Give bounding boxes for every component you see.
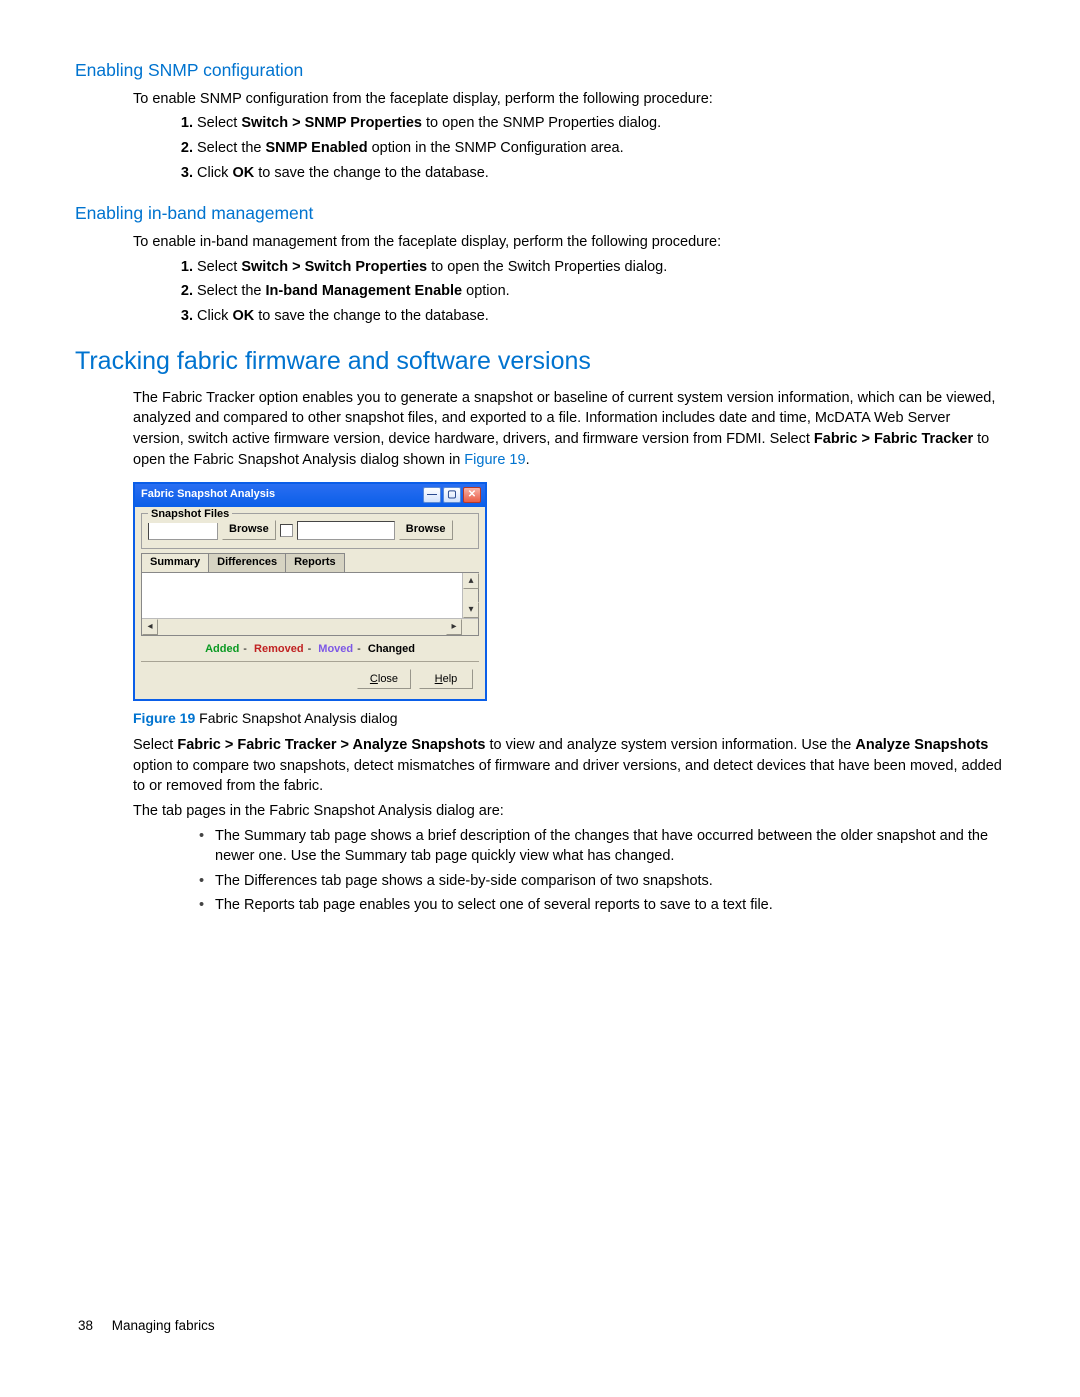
list-item: The Reports tab page enables you to sele… (199, 895, 1005, 916)
inband-intro-paragraph: To enable in-band management from the fa… (133, 232, 1005, 253)
tabs-intro-paragraph: The tab pages in the Fabric Snapshot Ana… (133, 801, 1005, 822)
text: Select (197, 259, 241, 275)
dialog-body: Snapshot Files Browse Browse Summary Dif… (135, 507, 485, 699)
after-figure-paragraph: Select Fabric > Fabric Tracker > Analyze… (133, 735, 1005, 797)
inband-steps-list: Select Switch > Switch Properties to ope… (197, 257, 1005, 327)
mnemonic: H (435, 672, 443, 688)
text: Select the (197, 140, 266, 156)
text: . (526, 452, 530, 468)
dialog-title-text: Fabric Snapshot Analysis (141, 487, 423, 503)
tab-reports[interactable]: Reports (285, 553, 345, 572)
page-number: 38 (78, 1316, 108, 1335)
figure-caption-text: Fabric Snapshot Analysis dialog (195, 710, 397, 726)
bold-text: Switch > SNMP Properties (241, 115, 422, 131)
snmp-steps-list: Select Switch > SNMP Properties to open … (197, 113, 1005, 183)
fabric-snapshot-analysis-dialog: Fabric Snapshot Analysis — ▢ ✕ Snapshot … (133, 482, 487, 701)
figure-label: Figure 19 (133, 710, 195, 726)
snapshot-files-fieldset: Snapshot Files Browse Browse (141, 513, 479, 549)
snapshot-file-2-input[interactable] (297, 521, 395, 540)
scroll-right-icon[interactable]: ▸ (446, 619, 462, 635)
bold-text: Switch > Switch Properties (241, 259, 427, 275)
dialog-titlebar: Fabric Snapshot Analysis — ▢ ✕ (135, 484, 485, 507)
compare-checkbox[interactable] (280, 524, 293, 537)
text: Select (197, 115, 241, 131)
scroll-up-icon[interactable]: ▴ (463, 573, 479, 589)
heading-enabling-inband: Enabling in-band management (75, 201, 1005, 226)
text: option to compare two snapshots, detect … (133, 758, 1002, 795)
list-item: Select the SNMP Enabled option in the SN… (197, 138, 1005, 159)
maximize-icon[interactable]: ▢ (443, 487, 461, 503)
bold-text: Fabric > Fabric Tracker (814, 431, 973, 447)
bold-text: Analyze Snapshots (855, 737, 988, 753)
heading-tracking-firmware: Tracking fabric firmware and software ve… (75, 344, 1005, 380)
change-legend: Added- Removed- Moved- Changed (141, 636, 479, 662)
heading-enabling-snmp: Enabling SNMP configuration (75, 58, 1005, 83)
bold-text: In-band Management Enable (266, 283, 463, 299)
text: to save the change to the database. (254, 308, 489, 324)
text: to open the Switch Properties dialog. (427, 259, 667, 275)
browse-button-2[interactable]: Browse (399, 520, 453, 540)
tab-differences[interactable]: Differences (208, 553, 286, 572)
mnemonic: C (370, 672, 378, 688)
text: option. (462, 283, 510, 299)
fieldset-legend: Snapshot Files (148, 507, 232, 523)
legend-removed: Removed (254, 643, 304, 655)
text: to view and analyze system version infor… (485, 737, 855, 753)
figure-19-caption: Figure 19 Fabric Snapshot Analysis dialo… (133, 709, 1005, 729)
list-item: The Summary tab page shows a brief descr… (199, 826, 1005, 867)
bold-text: OK (232, 165, 254, 181)
legend-changed: Changed (368, 643, 415, 655)
tab-summary[interactable]: Summary (141, 553, 209, 572)
list-item: Select the In-band Management Enable opt… (197, 281, 1005, 302)
figure-19-link[interactable]: Figure 19 (464, 452, 525, 468)
legend-moved: Moved (318, 643, 353, 655)
legend-added: Added (205, 643, 239, 655)
list-item: Click OK to save the change to the datab… (197, 163, 1005, 184)
text: Select the (197, 283, 266, 299)
close-button[interactable]: Close (357, 669, 411, 689)
snmp-intro-paragraph: To enable SNMP configuration from the fa… (133, 89, 1005, 110)
tracking-paragraph: The Fabric Tracker option enables you to… (133, 388, 1005, 470)
tabs-description-list: The Summary tab page shows a brief descr… (199, 826, 1005, 916)
bold-text: OK (232, 308, 254, 324)
text: Click (197, 165, 232, 181)
minimize-icon[interactable]: — (423, 487, 441, 503)
text: option in the SNMP Configuration area. (368, 140, 624, 156)
tab-panel: ▴ ▾ ◂ ▸ (141, 572, 479, 636)
list-item: Select Switch > Switch Properties to ope… (197, 257, 1005, 278)
text: Select (133, 737, 177, 753)
help-button[interactable]: Help (419, 669, 473, 689)
footer-chapter-title: Managing fabrics (112, 1318, 215, 1333)
list-item: The Differences tab page shows a side-by… (199, 871, 1005, 892)
bold-text: Fabric > Fabric Tracker > Analyze Snapsh… (177, 737, 485, 753)
page-footer: 38 Managing fabrics (78, 1316, 215, 1335)
vertical-scrollbar[interactable]: ▴ ▾ (462, 573, 478, 618)
text: Click (197, 308, 232, 324)
scroll-left-icon[interactable]: ◂ (142, 619, 158, 635)
text: to save the change to the database. (254, 165, 489, 181)
browse-button-1[interactable]: Browse (222, 520, 276, 540)
list-item: Select Switch > SNMP Properties to open … (197, 113, 1005, 134)
list-item: Click OK to save the change to the datab… (197, 306, 1005, 327)
snapshot-file-1-input[interactable] (148, 521, 218, 540)
close-icon[interactable]: ✕ (463, 487, 481, 503)
dialog-action-row: Close Help (141, 661, 479, 693)
bold-text: SNMP Enabled (266, 140, 368, 156)
tab-row: Summary Differences Reports (141, 553, 479, 572)
scroll-down-icon[interactable]: ▾ (463, 602, 479, 618)
horizontal-scrollbar[interactable]: ◂ ▸ (142, 618, 478, 635)
text: to open the SNMP Properties dialog. (422, 115, 661, 131)
